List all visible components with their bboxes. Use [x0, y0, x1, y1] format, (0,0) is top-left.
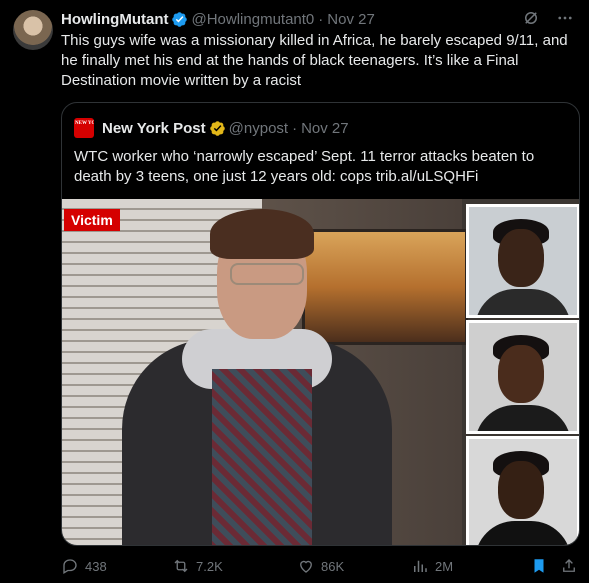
like-button[interactable]: 86K	[297, 557, 344, 575]
action-bar: 438 7.2K 86K 2M	[61, 557, 581, 577]
reply-icon	[63, 559, 77, 574]
quote-timestamp[interactable]: Nov 27	[301, 120, 349, 137]
nypost-logo[interactable]: NEW YORK POST	[74, 118, 94, 138]
share-button[interactable]	[560, 557, 578, 575]
grok-icon[interactable]	[521, 8, 541, 28]
tweet-header: HowlingMutant @Howlingmutant0 · Nov 27	[61, 9, 375, 29]
views-icon	[414, 560, 427, 572]
quoted-tweet[interactable]: NEW YORK POST New York Post @nypost · No…	[61, 102, 580, 546]
quote-display-name[interactable]: New York Post	[102, 120, 206, 137]
handle[interactable]: @Howlingmutant0	[191, 11, 314, 28]
separator: ·	[292, 119, 298, 137]
reply-button[interactable]: 438	[61, 557, 107, 575]
news-image[interactable]: Victim	[62, 199, 579, 545]
mugshot-3	[466, 436, 579, 545]
reply-count: 438	[85, 558, 107, 574]
share-icon	[563, 559, 575, 572]
view-count: 2M	[435, 558, 454, 574]
like-count: 86K	[321, 558, 345, 574]
views-button[interactable]: 2M	[411, 557, 453, 575]
mugshot-1	[466, 204, 579, 318]
like-icon	[300, 560, 312, 573]
bookmark-button[interactable]	[530, 557, 548, 575]
user-avatar[interactable]	[13, 10, 53, 50]
victim-label: Victim	[64, 209, 120, 231]
bookmark-icon	[534, 559, 544, 573]
wall-painting	[302, 229, 468, 345]
header-actions	[521, 8, 575, 28]
separator: ·	[318, 10, 324, 28]
verified-badge-icon	[209, 120, 226, 137]
mugshot-2	[466, 320, 579, 434]
quote-header: NEW YORK POST New York Post @nypost · No…	[74, 118, 349, 138]
display-name[interactable]: HowlingMutant	[61, 11, 168, 28]
quote-text: WTC worker who ‘narrowly escaped’ Sept. …	[74, 148, 535, 185]
repost-count: 7.2K	[196, 558, 223, 574]
repost-icon	[174, 559, 188, 573]
repost-button[interactable]: 7.2K	[172, 557, 223, 575]
quote-handle[interactable]: @nypost	[229, 120, 288, 137]
more-icon[interactable]	[555, 8, 575, 28]
timestamp[interactable]: Nov 27	[327, 11, 375, 28]
tweet-text: This guys wife was a missionary killed i…	[61, 32, 568, 89]
verified-badge-icon	[171, 11, 188, 28]
